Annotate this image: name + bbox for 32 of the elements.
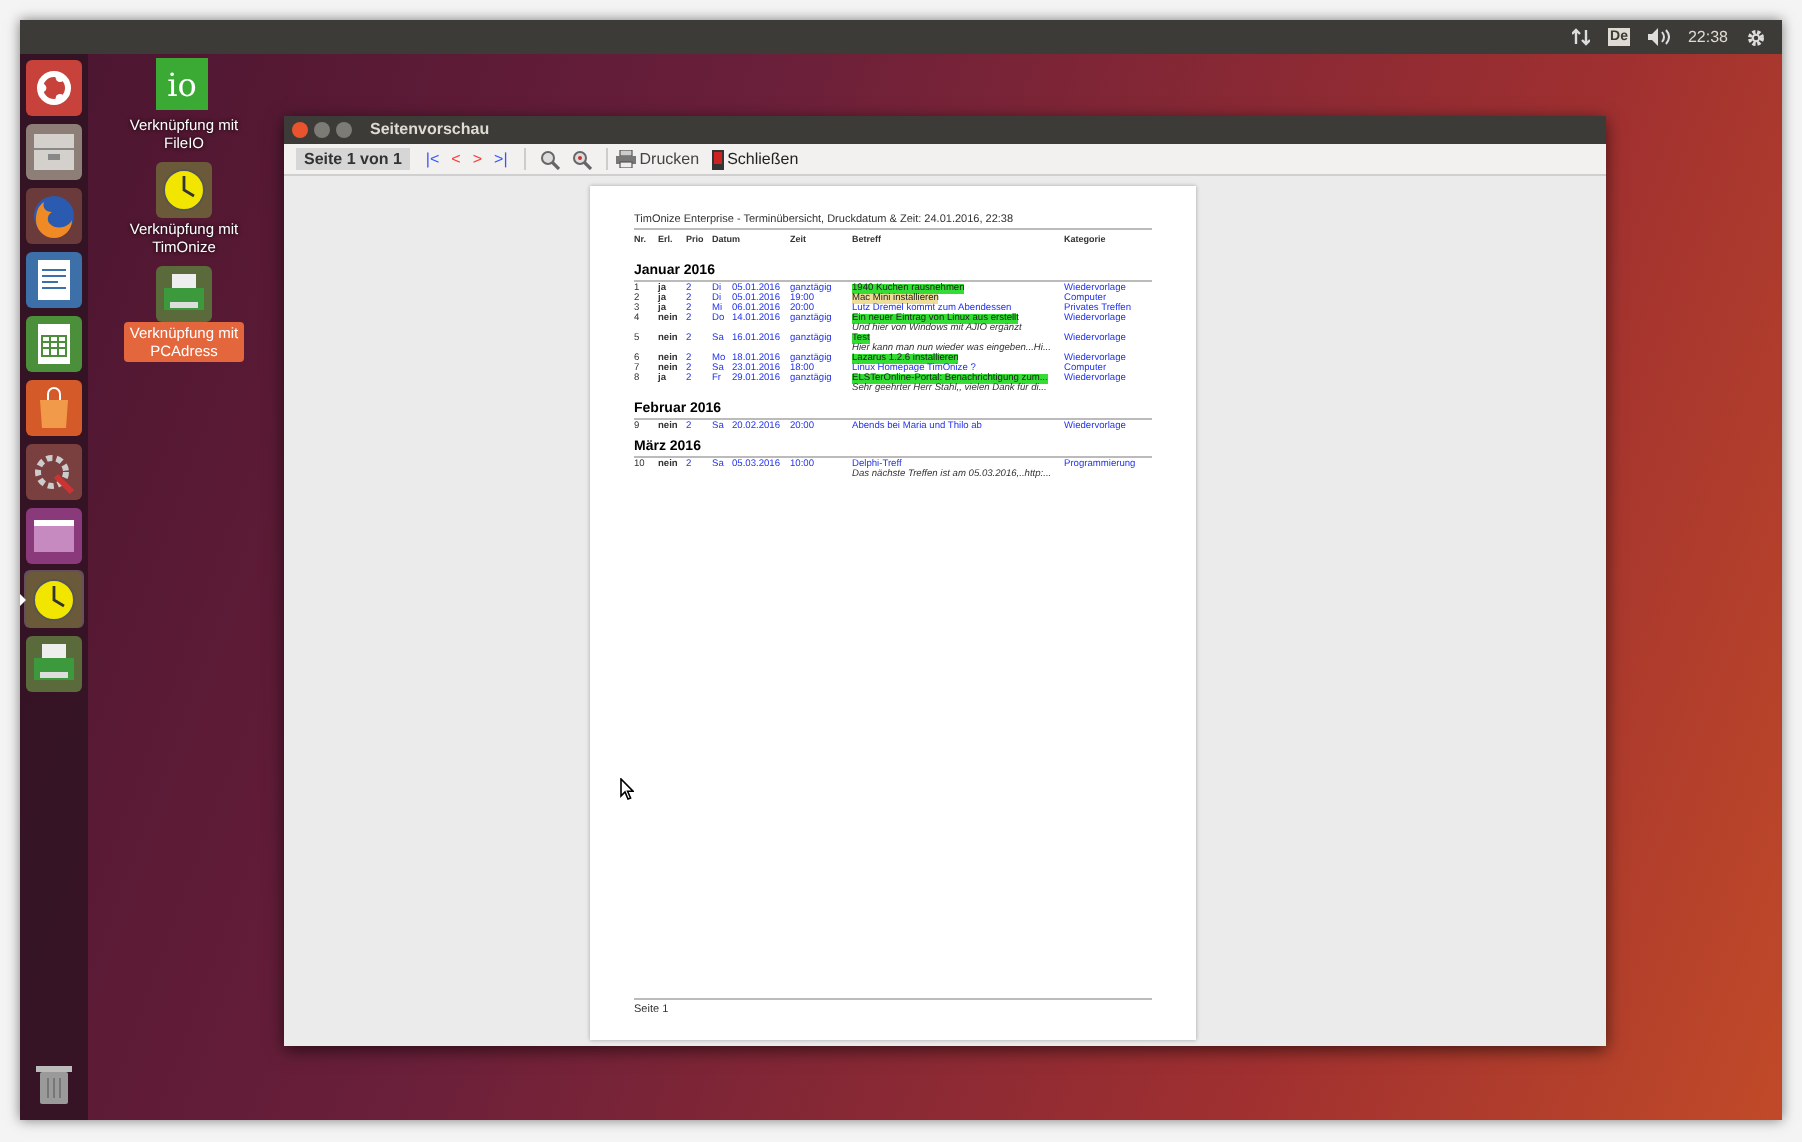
printer-icon [615,150,636,168]
minimize-button[interactable] [314,122,330,138]
volume-icon [1647,28,1670,46]
zoom-in-icon [539,149,560,169]
spreadsheet-icon[interactable] [26,315,82,371]
maximize-button[interactable] [336,122,352,138]
printer-icon[interactable] [26,635,82,691]
desktop-clock-icon[interactable] [155,162,212,218]
file-cabinet-icon[interactable] [26,123,82,179]
gear-wrench-icon[interactable] [26,443,82,499]
close-preview-button[interactable]: Schließen [711,147,799,171]
active-arrow-icon [20,594,26,606]
trash-icon [34,1062,74,1106]
document-icon[interactable] [26,251,82,307]
mouse-pointer-icon [620,778,634,800]
shopping-bag-icon[interactable] [26,379,82,435]
window-icon[interactable] [26,507,82,563]
door-icon [711,149,724,169]
page-nav-button[interactable]: >| [490,149,512,169]
page-nav-button[interactable]: |< [421,149,444,169]
clock-time[interactable]: 22:38 [1687,25,1728,49]
zoom-out-icon [571,149,592,169]
print-button[interactable]: Drucken [615,147,700,171]
close-button[interactable] [292,122,308,138]
window-title: Seitenvorschau [370,118,490,142]
settings-icon [1746,27,1766,47]
clock-icon[interactable] [26,571,82,627]
ubuntu-logo-icon[interactable] [26,59,82,115]
desktop-printer-icon[interactable] [155,266,212,322]
globe-fox-icon[interactable] [26,187,82,243]
page-indicator: Seite 1 von 1 [296,148,410,170]
network-arrows-icon [1572,28,1591,46]
